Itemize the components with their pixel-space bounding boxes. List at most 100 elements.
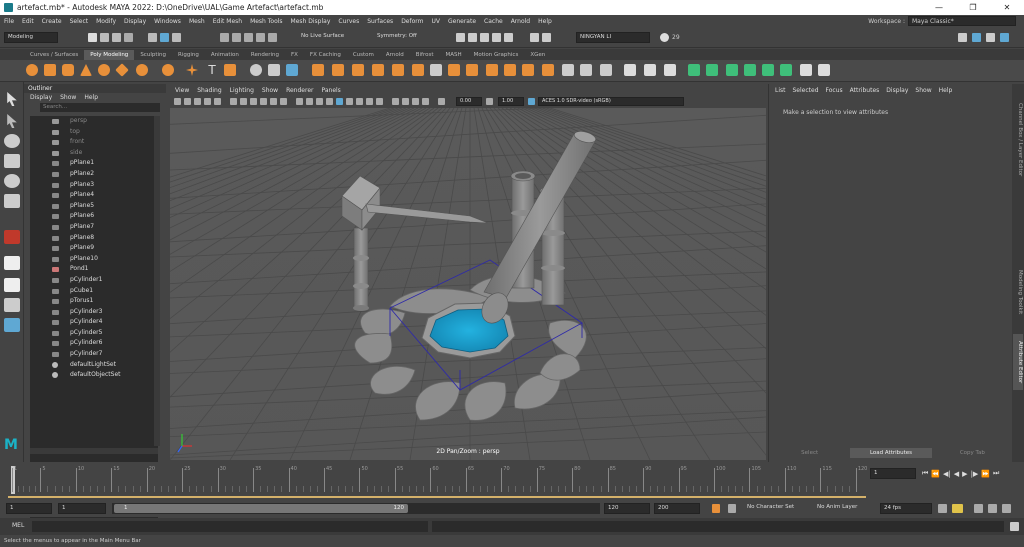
depth-of-field-icon[interactable] — [376, 98, 383, 105]
field-chart-icon[interactable] — [270, 98, 277, 105]
outliner-item[interactable]: pPlane9 — [30, 243, 158, 254]
hypershade-icon[interactable] — [504, 33, 513, 42]
step-back-frame-icon[interactable]: ◀| — [943, 470, 951, 478]
menu-edit-mesh[interactable]: Edit Mesh — [209, 18, 246, 25]
select-camera-icon[interactable] — [174, 98, 181, 105]
key-settings-icon[interactable] — [728, 504, 736, 513]
animation-preferences-icon[interactable] — [1002, 504, 1011, 513]
time-slider-ruler[interactable]: 1 5 10 15 20 25 30 35 40 45 50 55 60 65 70 75 80 85 90 95 10… — [8, 464, 867, 498]
snap-point-icon[interactable] — [244, 33, 253, 42]
outliner-menu-help[interactable]: Help — [84, 93, 98, 103]
quadrangulate-icon[interactable] — [744, 64, 756, 76]
multi-cut-icon[interactable] — [522, 64, 534, 76]
xray-icon[interactable] — [402, 98, 409, 105]
outliner-item[interactable]: defaultLightSet — [30, 360, 158, 371]
planar-map-icon[interactable] — [644, 64, 656, 76]
image-plane-icon[interactable] — [204, 98, 211, 105]
symmetry-dropdown[interactable]: Symmetry: Off — [374, 32, 432, 43]
insert-edge-loop-icon[interactable] — [504, 64, 516, 76]
fps-dropdown[interactable]: 24 fps — [880, 503, 932, 514]
load-attributes-button[interactable]: Load Attributes — [850, 448, 932, 458]
arnold-ipr-icon[interactable] — [542, 33, 551, 42]
menu-uv[interactable]: UV — [428, 18, 445, 25]
boolean-union-icon[interactable] — [352, 64, 364, 76]
shelf-tab-fx[interactable]: FX — [285, 50, 304, 60]
safe-action-icon[interactable] — [280, 98, 287, 105]
workspace-dropdown[interactable]: Maya Classic* — [908, 16, 1016, 26]
channel-box-tab[interactable]: Channel Box / Layer Editor — [1013, 90, 1023, 190]
viewport-menu-panels[interactable]: Panels — [318, 86, 343, 96]
auto-key-icon[interactable] — [712, 504, 720, 513]
render-settings-icon[interactable] — [492, 33, 501, 42]
play-forward-icon[interactable]: ▶ — [962, 470, 967, 478]
freeze-transform-icon[interactable] — [818, 64, 830, 76]
select-components-icon[interactable] — [172, 33, 181, 42]
menuset-dropdown[interactable]: Modeling — [4, 32, 58, 43]
film-gate-icon[interactable] — [240, 98, 247, 105]
render-frame-icon[interactable] — [468, 33, 477, 42]
menu-select[interactable]: Select — [66, 18, 93, 25]
script-editor-icon[interactable] — [1010, 522, 1019, 531]
cleanup-icon[interactable] — [706, 64, 718, 76]
sound-icon[interactable] — [974, 504, 983, 513]
outliner-item[interactable]: pPlane6 — [30, 211, 158, 222]
mel-label[interactable]: MEL — [12, 522, 24, 529]
poly-cone-icon[interactable] — [80, 64, 92, 76]
circularize-icon[interactable] — [600, 64, 612, 76]
menu-file[interactable]: File — [0, 18, 18, 25]
render-view-icon[interactable] — [456, 33, 465, 42]
user-account[interactable]: NINGYAN LI — [576, 32, 650, 43]
move-tool-icon[interactable] — [4, 154, 20, 168]
range-slider-handle[interactable]: 1 120 — [114, 504, 408, 513]
outliner-item[interactable]: front — [30, 137, 158, 148]
bevel-icon[interactable] — [250, 64, 262, 76]
poly-torus-icon[interactable] — [98, 64, 110, 76]
collapse-icon[interactable] — [580, 64, 592, 76]
outliner-menu-show[interactable]: Show — [60, 93, 76, 103]
svg-tool-icon[interactable] — [224, 64, 236, 76]
sweep-mesh-icon[interactable] — [268, 64, 280, 76]
outliner-item[interactable]: pCylinder6 — [30, 338, 158, 349]
live-surface-field[interactable]: No Live Surface — [298, 32, 354, 43]
snap-grid-icon[interactable] — [220, 33, 229, 42]
command-input[interactable] — [32, 521, 428, 532]
outliner-item[interactable]: side — [30, 148, 158, 159]
shelf-tab-sculpting[interactable]: Sculpting — [134, 50, 172, 60]
modeling-toolkit-tab[interactable]: Modeling Toolkit — [1013, 264, 1023, 320]
shelf-tab-motion-graphics[interactable]: Motion Graphics — [468, 50, 525, 60]
fill-hole-icon[interactable] — [430, 64, 442, 76]
cache-playback-icon[interactable] — [952, 504, 963, 513]
outliner-item[interactable]: pPlane4 — [30, 190, 158, 201]
attr-menu-focus[interactable]: Focus — [826, 84, 843, 98]
menu-deform[interactable]: Deform — [397, 18, 427, 25]
bridge-icon[interactable] — [466, 64, 478, 76]
make-live-icon[interactable] — [268, 33, 277, 42]
outliner-item[interactable]: pPlane1 — [30, 158, 158, 169]
uv-editor-icon[interactable] — [624, 64, 636, 76]
select-objects-icon[interactable] — [160, 33, 169, 42]
extrude-icon[interactable] — [448, 64, 460, 76]
attribute-editor-toggle-icon[interactable] — [972, 33, 981, 42]
tool-settings-icon[interactable] — [986, 33, 995, 42]
outliner-item[interactable]: pPlane5 — [30, 201, 158, 212]
soften-edge-icon[interactable] — [762, 64, 774, 76]
shelf-tab-arnold[interactable]: Arnold — [380, 50, 410, 60]
scale-tool-icon[interactable] — [4, 194, 20, 208]
ipr-render-icon[interactable] — [480, 33, 489, 42]
range-slider-track[interactable]: 1 120 — [112, 503, 600, 514]
undo-icon[interactable] — [124, 33, 133, 42]
append-polygon-icon[interactable] — [486, 64, 498, 76]
playback-start-field[interactable]: 1 — [58, 503, 106, 514]
outliner-vertical-scrollbar[interactable] — [154, 116, 160, 446]
outliner-item[interactable]: pPlane2 — [30, 169, 158, 180]
snap-curve-icon[interactable] — [232, 33, 241, 42]
separate-icon[interactable] — [312, 64, 324, 76]
super-shape-icon[interactable] — [186, 64, 198, 76]
isolate-select-icon[interactable] — [392, 98, 399, 105]
toggle-sidebar-icon[interactable] — [958, 33, 967, 42]
poly-cylinder-icon[interactable] — [62, 64, 74, 76]
anti-aliasing-icon[interactable] — [366, 98, 373, 105]
text-tool-icon[interactable]: T — [206, 64, 218, 76]
target-weld-icon[interactable] — [542, 64, 554, 76]
wireframe-on-shaded-icon[interactable] — [316, 98, 323, 105]
